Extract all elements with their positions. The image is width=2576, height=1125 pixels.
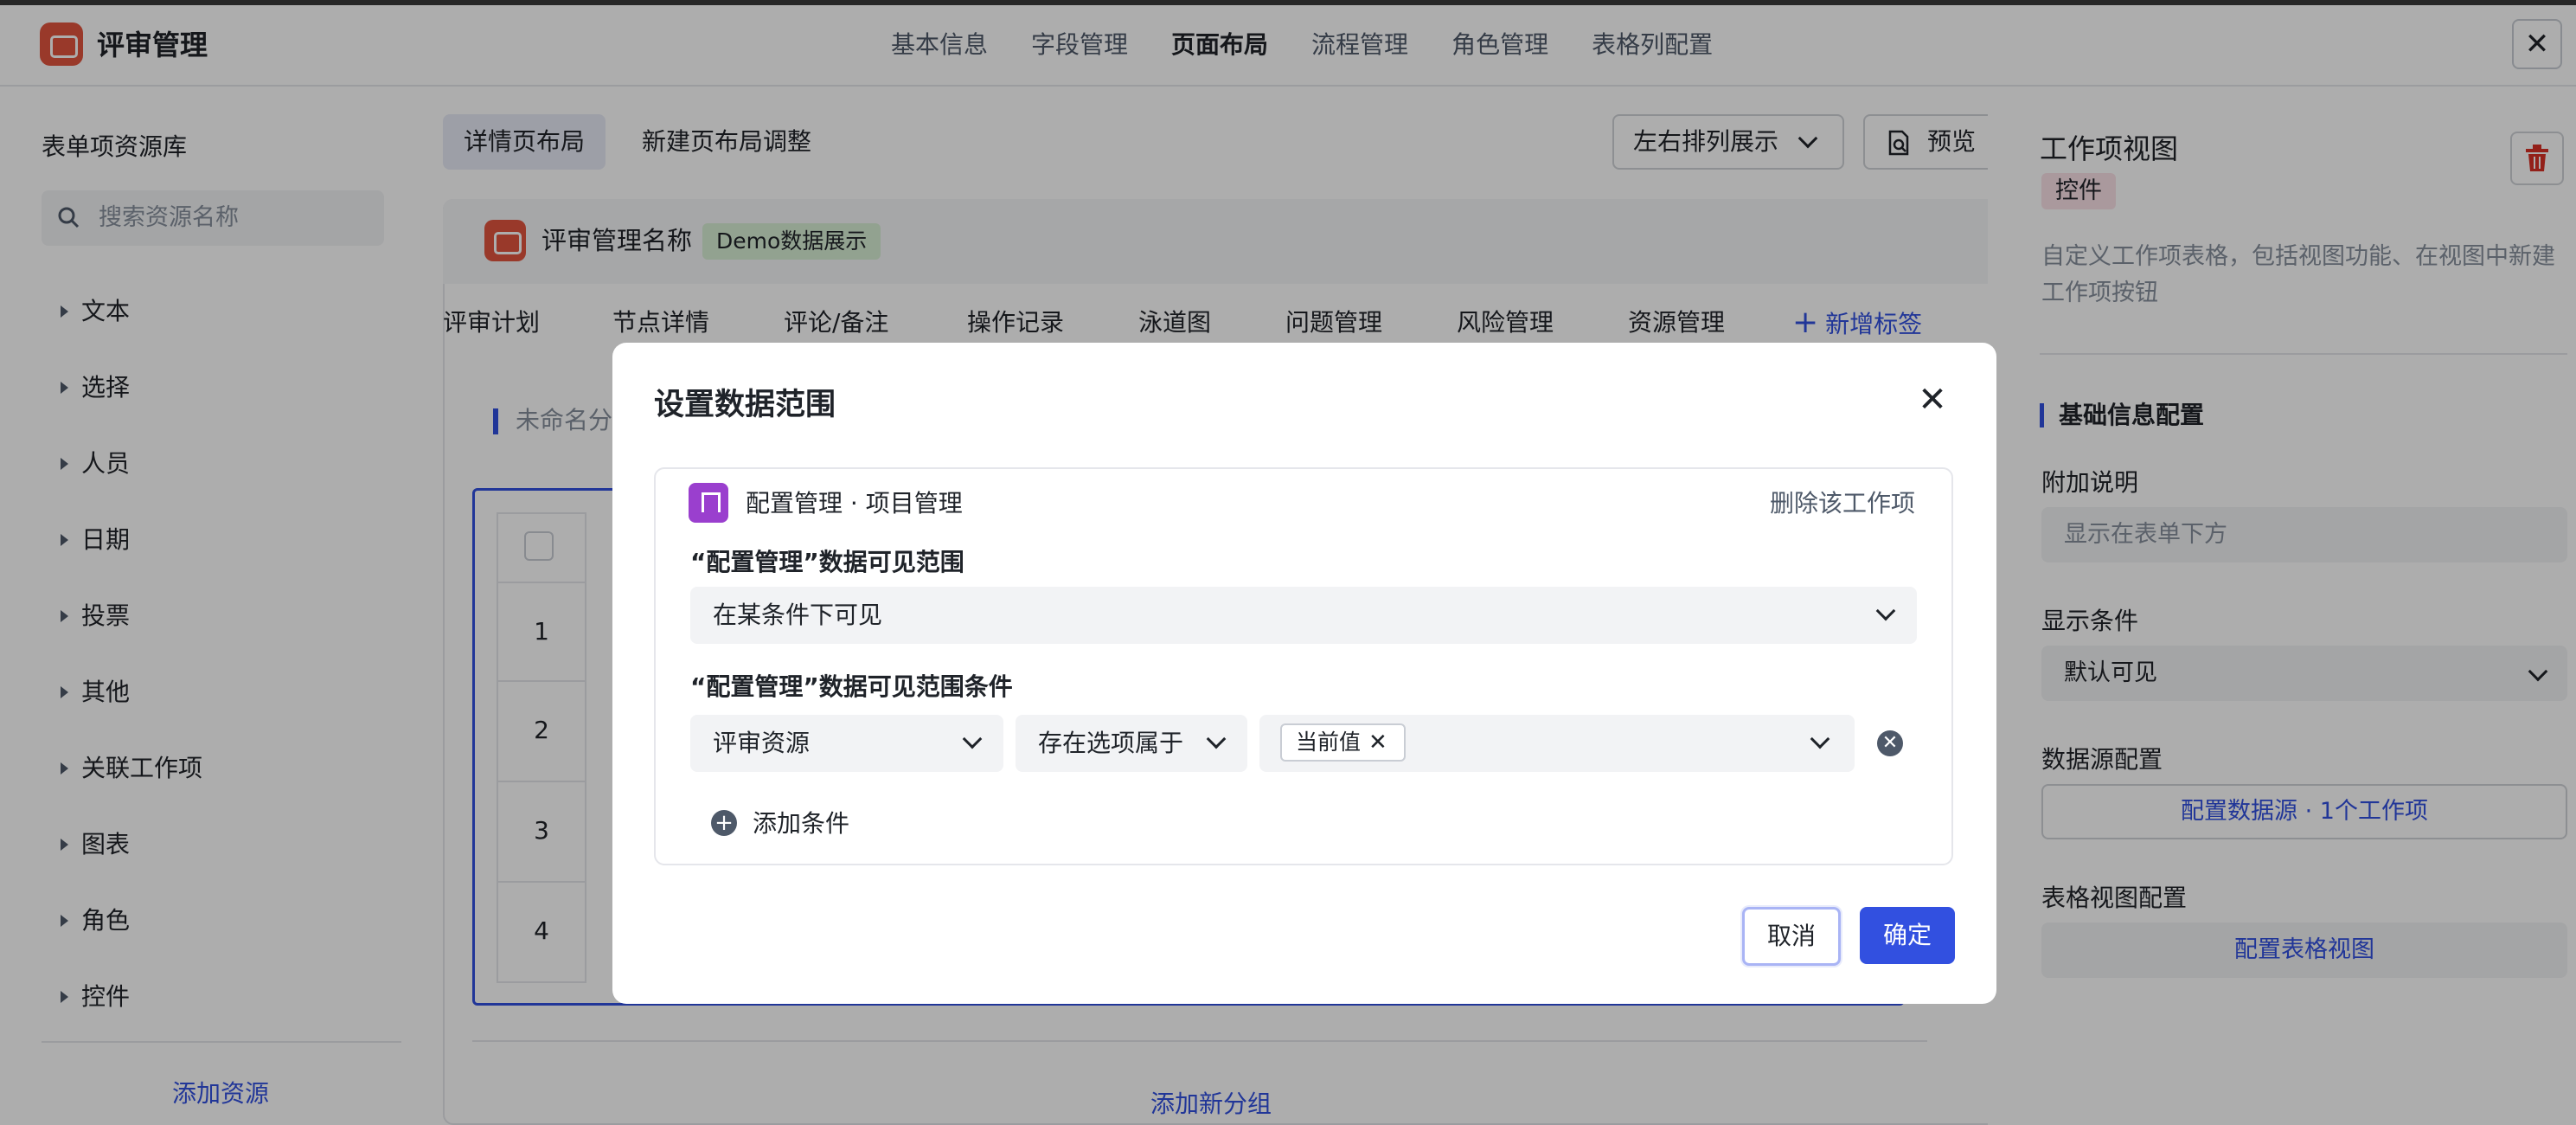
chevron-down-icon [1875,601,1896,621]
workitem-name: 配置管理 · 项目管理 [746,489,963,518]
confirm-button[interactable]: 确定 [1860,907,1955,964]
add-circle-icon[interactable]: + [711,810,737,836]
tag-label: 当前值 [1296,730,1362,755]
condition-operator-select[interactable]: 存在选项属于 [1016,715,1247,772]
condition-value-tag: 当前值 ✕ [1280,723,1407,762]
tag-remove-icon[interactable]: ✕ [1368,725,1387,760]
range-condition-label: “配置管理”数据可见范围条件 [690,672,1013,701]
bookmark-icon [689,483,728,523]
condition-field-select[interactable]: 评审资源 [690,715,1003,772]
workitem-config-box [654,467,1953,865]
chevron-down-icon [1810,729,1830,749]
chevron-down-icon [962,729,983,749]
condition-operator-value: 存在选项属于 [1038,729,1184,757]
dialog-close-button[interactable]: ✕ [1915,382,1950,417]
visible-range-value: 在某条件下可见 [713,601,883,629]
dialog-title: 设置数据范围 [654,388,836,422]
visible-range-label: “配置管理”数据可见范围 [690,548,964,576]
visible-range-select[interactable]: 在某条件下可见 [690,587,1917,644]
close-icon: ✕ [1918,380,1947,420]
condition-field-value: 评审资源 [713,729,811,757]
add-condition-button[interactable]: 添加条件 [753,807,849,841]
delete-workitem-link[interactable]: 删除该工作项 [1770,486,1915,521]
remove-condition-icon[interactable]: ✕ [1877,730,1903,756]
chevron-down-icon [1206,729,1227,749]
cancel-button[interactable]: 取消 [1742,907,1841,966]
